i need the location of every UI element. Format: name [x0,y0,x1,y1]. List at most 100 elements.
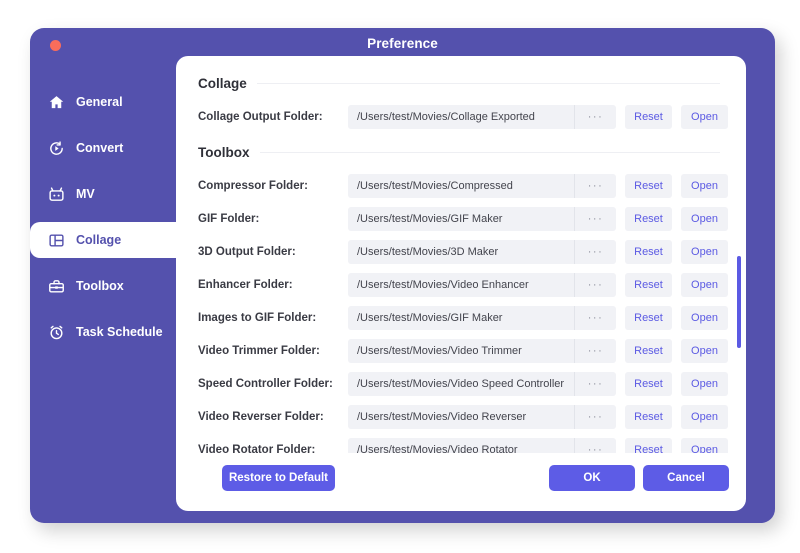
row-label: 3D Output Folder: [198,246,296,258]
row-label: Video Reverser Folder: [198,411,324,423]
open-button[interactable]: Open [681,339,728,363]
folder-path-field[interactable]: /Users/test/Movies/Video Rotator ··· [348,438,616,453]
folder-path-field[interactable]: /Users/test/Movies/Video Reverser ··· [348,405,616,429]
section-header-collage: Collage [198,76,728,91]
folder-path-value: /Users/test/Movies/GIF Maker [357,213,503,225]
scrollbar-thumb[interactable] [737,256,741,348]
folder-path-field[interactable]: /Users/test/Movies/Video Trimmer ··· [348,339,616,363]
row-label: GIF Folder: [198,213,260,225]
open-button[interactable]: Open [681,438,728,453]
open-button[interactable]: Open [681,174,728,198]
sidebar-item-task-schedule[interactable]: Task Schedule [30,314,180,350]
sidebar-item-label: Toolbox [76,279,124,293]
sidebar-item-label: MV [76,187,95,201]
folder-path-field[interactable]: /Users/test/Movies/GIF Maker ··· [348,207,616,231]
folder-path-value: /Users/test/Movies/Collage Exported [357,111,535,123]
setting-row-enhancer-folder: Enhancer Folder: /Users/test/Movies/Vide… [198,273,728,297]
browse-button[interactable]: ··· [574,306,616,330]
sidebar-item-label: Convert [76,141,124,155]
setting-row-collage-output-folder: Collage Output Folder: /Users/test/Movie… [198,105,728,129]
folder-path-field[interactable]: /Users/test/Movies/Video Enhancer ··· [348,273,616,297]
browse-button[interactable]: ··· [574,273,616,297]
row-label: Compressor Folder: [198,180,308,192]
row-label: Collage Output Folder: [198,111,323,123]
setting-row-video-rotator-folder: Video Rotator Folder: /Users/test/Movies… [198,438,728,453]
sidebar-item-mv[interactable]: MV [30,176,180,212]
settings-scroll-area[interactable]: Collage Collage Output Folder: /Users/te… [176,56,746,453]
reset-button[interactable]: Reset [625,105,672,129]
sidebar-item-toolbox[interactable]: Toolbox [30,268,180,304]
row-label: Enhancer Folder: [198,279,293,291]
folder-path-value: /Users/test/Movies/Compressed [357,180,513,192]
folder-path-value: /Users/test/Movies/3D Maker [357,246,499,258]
folder-path-field[interactable]: /Users/test/Movies/Collage Exported ··· [348,105,616,129]
open-button[interactable]: Open [681,240,728,264]
sidebar-item-label: Task Schedule [76,325,163,339]
browse-button[interactable]: ··· [574,207,616,231]
reset-button[interactable]: Reset [625,306,672,330]
sidebar-item-label: Collage [76,233,122,247]
browse-button[interactable]: ··· [574,105,616,129]
sidebar-item-label: General [76,95,123,109]
folder-path-value: /Users/test/Movies/Video Speed Controlle… [357,378,565,390]
browse-button[interactable]: ··· [574,174,616,198]
reset-button[interactable]: Reset [625,405,672,429]
setting-row-video-trimmer-folder: Video Trimmer Folder: /Users/test/Movies… [198,339,728,363]
folder-path-field[interactable]: /Users/test/Movies/GIF Maker ··· [348,306,616,330]
reset-button[interactable]: Reset [625,273,672,297]
window-title: Preference [367,36,438,51]
home-icon [48,94,65,111]
folder-path-field[interactable]: /Users/test/Movies/3D Maker ··· [348,240,616,264]
open-button[interactable]: Open [681,372,728,396]
section-title: Toolbox [198,145,250,160]
dialog-footer: Restore to Default OK Cancel [176,453,746,511]
section-header-toolbox: Toolbox [198,145,728,160]
setting-row-3d-output-folder: 3D Output Folder: /Users/test/Movies/3D … [198,240,728,264]
folder-path-value: /Users/test/Movies/Video Reverser [357,411,527,423]
setting-row-compressor-folder: Compressor Folder: /Users/test/Movies/Co… [198,174,728,198]
row-label: Speed Controller Folder: [198,378,333,390]
reset-button[interactable]: Reset [625,207,672,231]
section-title: Collage [198,76,247,91]
reset-button[interactable]: Reset [625,438,672,453]
folder-path-value: /Users/test/Movies/Video Rotator [357,444,518,453]
reset-button[interactable]: Reset [625,240,672,264]
cancel-button[interactable]: Cancel [643,465,729,491]
scrollbar[interactable] [737,66,741,446]
open-button[interactable]: Open [681,207,728,231]
row-label: Images to GIF Folder: [198,312,317,324]
reset-button[interactable]: Reset [625,339,672,363]
setting-row-speed-controller-folder: Speed Controller Folder: /Users/test/Mov… [198,372,728,396]
section-divider [256,83,720,84]
browse-button[interactable]: ··· [574,438,616,453]
row-label: Video Rotator Folder: [198,444,316,453]
browse-button[interactable]: ··· [574,372,616,396]
sidebar: General Convert MV Collage Toolbox Task … [30,84,182,360]
open-button[interactable]: Open [681,273,728,297]
restore-to-default-button[interactable]: Restore to Default [222,465,335,491]
sidebar-item-general[interactable]: General [30,84,180,120]
reset-button[interactable]: Reset [625,174,672,198]
open-button[interactable]: Open [681,405,728,429]
setting-row-video-reverser-folder: Video Reverser Folder: /Users/test/Movie… [198,405,728,429]
preference-window: Preference General Convert MV Collage To… [30,28,775,523]
folder-path-value: /Users/test/Movies/Video Enhancer [357,279,529,291]
section-divider [259,152,720,153]
row-label: Video Trimmer Folder: [198,345,320,357]
open-button[interactable]: Open [681,306,728,330]
convert-icon [48,140,65,157]
sidebar-item-convert[interactable]: Convert [30,130,180,166]
browse-button[interactable]: ··· [574,339,616,363]
mv-icon [48,186,65,203]
content-panel: Collage Collage Output Folder: /Users/te… [176,56,746,511]
folder-path-field[interactable]: /Users/test/Movies/Compressed ··· [348,174,616,198]
ok-button[interactable]: OK [549,465,635,491]
folder-path-field[interactable]: /Users/test/Movies/Video Speed Controlle… [348,372,616,396]
browse-button[interactable]: ··· [574,405,616,429]
folder-path-value: /Users/test/Movies/GIF Maker [357,312,503,324]
open-button[interactable]: Open [681,105,728,129]
reset-button[interactable]: Reset [625,372,672,396]
collage-icon [48,232,65,249]
sidebar-item-collage[interactable]: Collage [30,222,182,258]
browse-button[interactable]: ··· [574,240,616,264]
